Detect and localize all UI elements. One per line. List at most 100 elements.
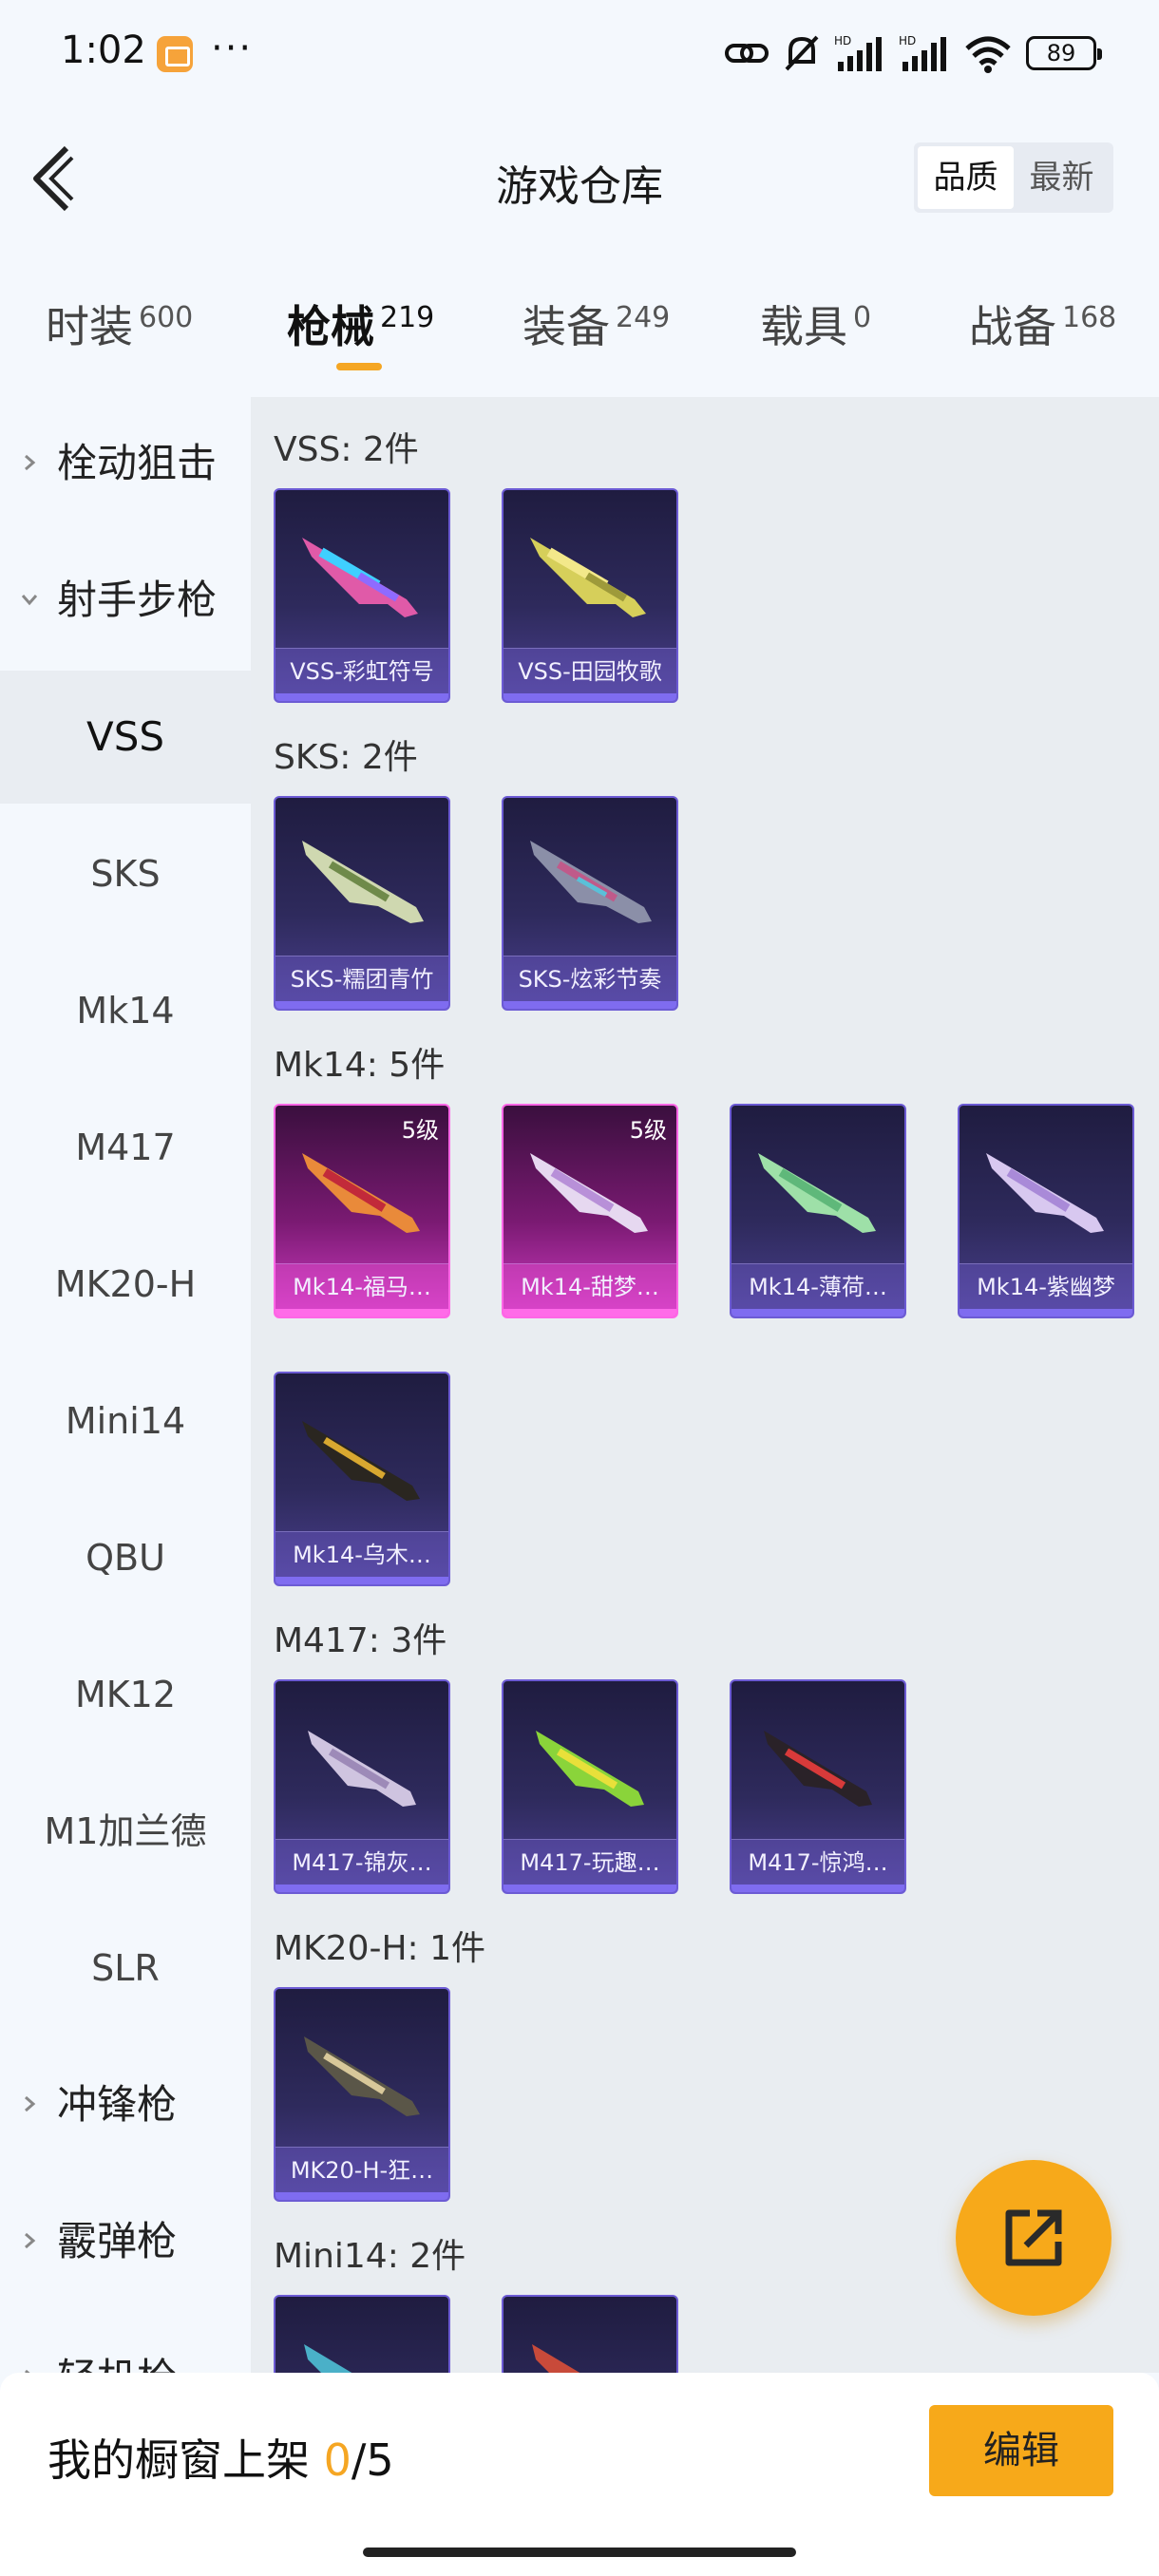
weapon-name: SKS-炫彩节奏 (504, 956, 676, 1001)
chevron-down-icon (21, 595, 38, 606)
rifle-icon (986, 1153, 1104, 1233)
weapon-card[interactable]: 5级 Mk14-福马… (274, 1104, 450, 1318)
weapon-name: Mk14-紫幽梦 (960, 1263, 1132, 1309)
edit-button[interactable]: 编辑 (929, 2405, 1113, 2496)
tab-equipment[interactable]: 装备 249 (522, 293, 670, 355)
section-title-mini14: Mini14: 2件 (274, 2237, 466, 2276)
rifle-icon (530, 841, 652, 923)
weapon-card[interactable]: SKS-炫彩节奏 (502, 796, 678, 1011)
weapon-card[interactable] (274, 2295, 450, 2373)
share-icon (1005, 2209, 1062, 2266)
chevron-right-icon (25, 2095, 36, 2112)
sort-toggle: 品质 最新 (914, 142, 1113, 213)
sidebar-item-mk14[interactable]: Mk14 (0, 944, 251, 1077)
sidebar-cat-bolt-sniper[interactable]: 栓动狙击 (0, 397, 251, 530)
tab-supplies[interactable]: 战备 168 (969, 293, 1116, 355)
sidebar-item-slr[interactable]: SLR (0, 1902, 251, 2035)
weapon-card[interactable]: 5级 Mk14-甜梦… (502, 1104, 678, 1318)
sidebar-item-sks[interactable]: SKS (0, 807, 251, 940)
rarity-bar (276, 1309, 448, 1316)
weapon-card[interactable]: VSS-彩虹符号 (274, 488, 450, 703)
weapon-card[interactable] (502, 2295, 678, 2373)
sidebar-cat-marksman[interactable]: 射手步枪 (0, 534, 251, 667)
weapon-card[interactable]: Mk14-乌木… (274, 1372, 450, 1586)
sidebar-item-vss[interactable]: VSS (0, 671, 251, 804)
rarity-bar (504, 1309, 676, 1316)
tab-vehicles[interactable]: 载具 0 (760, 293, 871, 355)
tab-fashion[interactable]: 时装 600 (46, 293, 193, 355)
chevron-right-icon (25, 2232, 36, 2249)
weapon-card[interactable]: VSS-田园牧歌 (502, 488, 678, 703)
svg-text:HD: HD (834, 34, 851, 47)
tab-count: 249 (616, 300, 671, 334)
sidebar-item-mk12[interactable]: MK12 (0, 1628, 251, 1761)
status-time: 1:02 (61, 28, 146, 72)
showcase-total: /5 (351, 2434, 394, 2486)
weapon-card[interactable]: Mk14-紫幽梦 (958, 1104, 1134, 1318)
tab-count: 600 (139, 300, 194, 334)
section-title-mk14: Mk14: 5件 (274, 1046, 446, 1085)
rifle-icon (764, 1731, 872, 1807)
share-button[interactable] (956, 2160, 1112, 2316)
tab-label: 载具 (760, 301, 847, 352)
weapon-name: Mk14-薄荷… (732, 1263, 904, 1309)
weapon-card[interactable]: M417-锦灰… (274, 1679, 450, 1894)
weapon-name: VSS-田园牧歌 (504, 648, 676, 693)
rifle-icon (530, 1153, 648, 1233)
sidebar-item-m417[interactable]: M417 (0, 1081, 251, 1214)
section-title-mk20h: MK20-H: 1件 (274, 1929, 486, 1968)
rifle-icon (532, 2344, 580, 2373)
weapon-card[interactable]: M417-玩趣… (502, 1679, 678, 1894)
sidebar-cat-lmg[interactable]: 轻机枪 (0, 2312, 251, 2373)
sidebar-item-mini14[interactable]: Mini14 (0, 1354, 251, 1487)
weapon-card[interactable]: SKS-糯团青竹 (274, 796, 450, 1011)
category-tabs: 时装 600 枪械 219 装备 249 载具 0 战备 168 (0, 275, 1159, 380)
rarity-bar (276, 693, 448, 701)
rarity-bar (732, 1309, 904, 1316)
weapon-card[interactable]: Mk14-薄荷… (730, 1104, 906, 1318)
home-indicator[interactable] (363, 2548, 796, 2557)
more-notifications-icon: ··· (211, 27, 254, 70)
weapon-name: M417-玩趣… (504, 1839, 676, 1885)
wifi-icon (965, 36, 1011, 73)
weapon-card[interactable]: MK20-H-狂… (274, 1987, 450, 2202)
active-tab-indicator (336, 363, 382, 370)
sort-latest-button[interactable]: 最新 (1014, 146, 1110, 209)
rifle-icon (302, 1421, 420, 1501)
rarity-bar (276, 1001, 448, 1009)
mute-bell-icon (785, 35, 819, 71)
sidebar-cat-label: 轻机枪 (57, 2355, 177, 2373)
tab-guns[interactable]: 枪械 219 (287, 293, 434, 355)
tab-label: 枪械 (287, 301, 374, 352)
sidebar-item-m1-garand[interactable]: M1加兰德 (0, 1765, 251, 1898)
link-icon (725, 44, 769, 63)
rarity-bar (732, 1885, 904, 1892)
header: 游戏仓库 品质 最新 (0, 114, 1159, 237)
rarity-bar (504, 1885, 676, 1892)
app-notification-icon (157, 36, 193, 72)
sidebar-cat-label: 栓动狙击 (57, 440, 218, 486)
showcase-current: 0 (323, 2434, 352, 2486)
signal-hd-icon-2: HD (899, 34, 946, 71)
showcase-label: 我的橱窗上架 (48, 2434, 324, 2486)
rifle-icon (302, 1153, 420, 1233)
rifle-icon (302, 538, 418, 617)
sidebar-item-mk20h[interactable]: MK20-H (0, 1218, 251, 1351)
rarity-bar (504, 693, 676, 701)
sort-quality-button[interactable]: 品质 (918, 146, 1014, 209)
weapon-name: Mk14-甜梦… (504, 1263, 676, 1309)
rifle-icon (304, 2344, 352, 2373)
weapon-card[interactable]: M417-惊鸿… (730, 1679, 906, 1894)
rifle-icon (308, 1731, 416, 1807)
rifle-icon (530, 538, 646, 617)
sidebar-cat-label: 冲锋枪 (57, 2081, 178, 2128)
weapon-content: VSS: 2件 VSS-彩虹符号 VSS-田园牧歌 SKS: 2件 SKS-糯团… (251, 397, 1159, 2373)
tab-count: 0 (853, 300, 872, 334)
rarity-bar (276, 1577, 448, 1584)
sidebar-cat-shotgun[interactable]: 霰弹枪 (0, 2175, 251, 2308)
rarity-bar (276, 1885, 448, 1892)
weapon-name: M417-锦灰… (276, 1839, 448, 1885)
sidebar-cat-smg[interactable]: 冲锋枪 (0, 2038, 251, 2171)
section-title-m417: M417: 3件 (274, 1621, 447, 1660)
sidebar-item-qbu[interactable]: QBU (0, 1491, 251, 1624)
